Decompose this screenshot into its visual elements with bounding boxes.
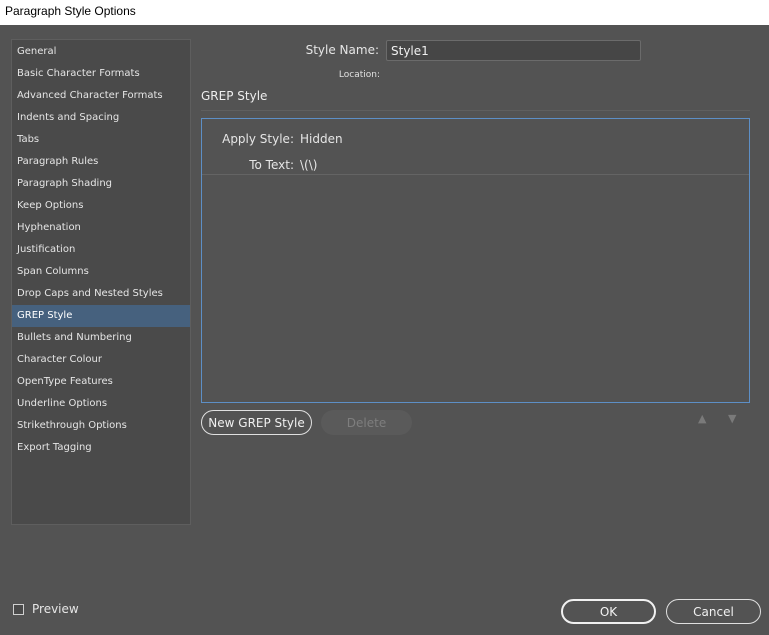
preview-label: Preview — [32, 602, 79, 616]
sidebar-item-paragraph-shading[interactable]: Paragraph Shading — [12, 173, 190, 195]
sidebar-item-character-colour[interactable]: Character Colour — [12, 349, 190, 371]
category-list: General Basic Character Formats Advanced… — [11, 39, 191, 525]
sidebar-item-paragraph-rules[interactable]: Paragraph Rules — [12, 151, 190, 173]
ok-button[interactable]: OK — [561, 599, 656, 624]
location-label: Location: — [338, 70, 380, 80]
sidebar-item-opentype-features[interactable]: OpenType Features — [12, 371, 190, 393]
apply-style-row: Apply Style: Hidden — [202, 126, 749, 152]
sidebar-item-keep-options[interactable]: Keep Options — [12, 195, 190, 217]
new-grep-style-button[interactable]: New GREP Style — [201, 410, 312, 435]
sidebar-item-tabs[interactable]: Tabs — [12, 129, 190, 151]
cancel-button[interactable]: Cancel — [666, 599, 761, 624]
to-text-row: To Text: \(\) — [202, 152, 749, 178]
sidebar-item-bullets-and-numbering[interactable]: Bullets and Numbering — [12, 327, 190, 349]
to-text-value[interactable]: \(\) — [300, 158, 317, 172]
window-title: Paragraph Style Options — [0, 0, 769, 25]
section-title: GREP Style — [201, 89, 268, 103]
sidebar-item-basic-character-formats[interactable]: Basic Character Formats — [12, 63, 190, 85]
sidebar-item-general[interactable]: General — [12, 41, 190, 63]
grep-style-list[interactable]: Apply Style: Hidden To Text: \(\) — [201, 118, 750, 403]
sidebar-item-span-columns[interactable]: Span Columns — [12, 261, 190, 283]
apply-style-value[interactable]: Hidden — [300, 132, 343, 146]
sidebar-item-export-tagging[interactable]: Export Tagging — [12, 437, 190, 459]
sidebar-item-underline-options[interactable]: Underline Options — [12, 393, 190, 415]
style-name-label: Style Name: — [305, 43, 379, 57]
to-text-label: To Text: — [249, 158, 294, 172]
sidebar-item-hyphenation[interactable]: Hyphenation — [12, 217, 190, 239]
sidebar-item-strikethrough-options[interactable]: Strikethrough Options — [12, 415, 190, 437]
sidebar-item-drop-caps-nested-styles[interactable]: Drop Caps and Nested Styles — [12, 283, 190, 305]
sidebar-item-indents-and-spacing[interactable]: Indents and Spacing — [12, 107, 190, 129]
section-divider — [201, 110, 750, 111]
apply-style-label: Apply Style: — [222, 132, 294, 146]
grep-style-entry[interactable]: Apply Style: Hidden To Text: \(\) — [202, 119, 749, 175]
preview-checkbox[interactable] — [13, 603, 24, 615]
delete-button[interactable]: Delete — [321, 410, 412, 435]
sidebar-item-grep-style[interactable]: GREP Style — [12, 305, 190, 327]
sidebar-item-advanced-character-formats[interactable]: Advanced Character Formats — [12, 85, 190, 107]
sidebar-item-justification[interactable]: Justification — [12, 239, 190, 261]
style-name-input[interactable] — [386, 40, 641, 61]
move-up-icon[interactable]: ▲ — [698, 412, 706, 425]
preview-option[interactable]: Preview — [13, 602, 79, 616]
move-down-icon[interactable]: ▼ — [728, 412, 736, 425]
